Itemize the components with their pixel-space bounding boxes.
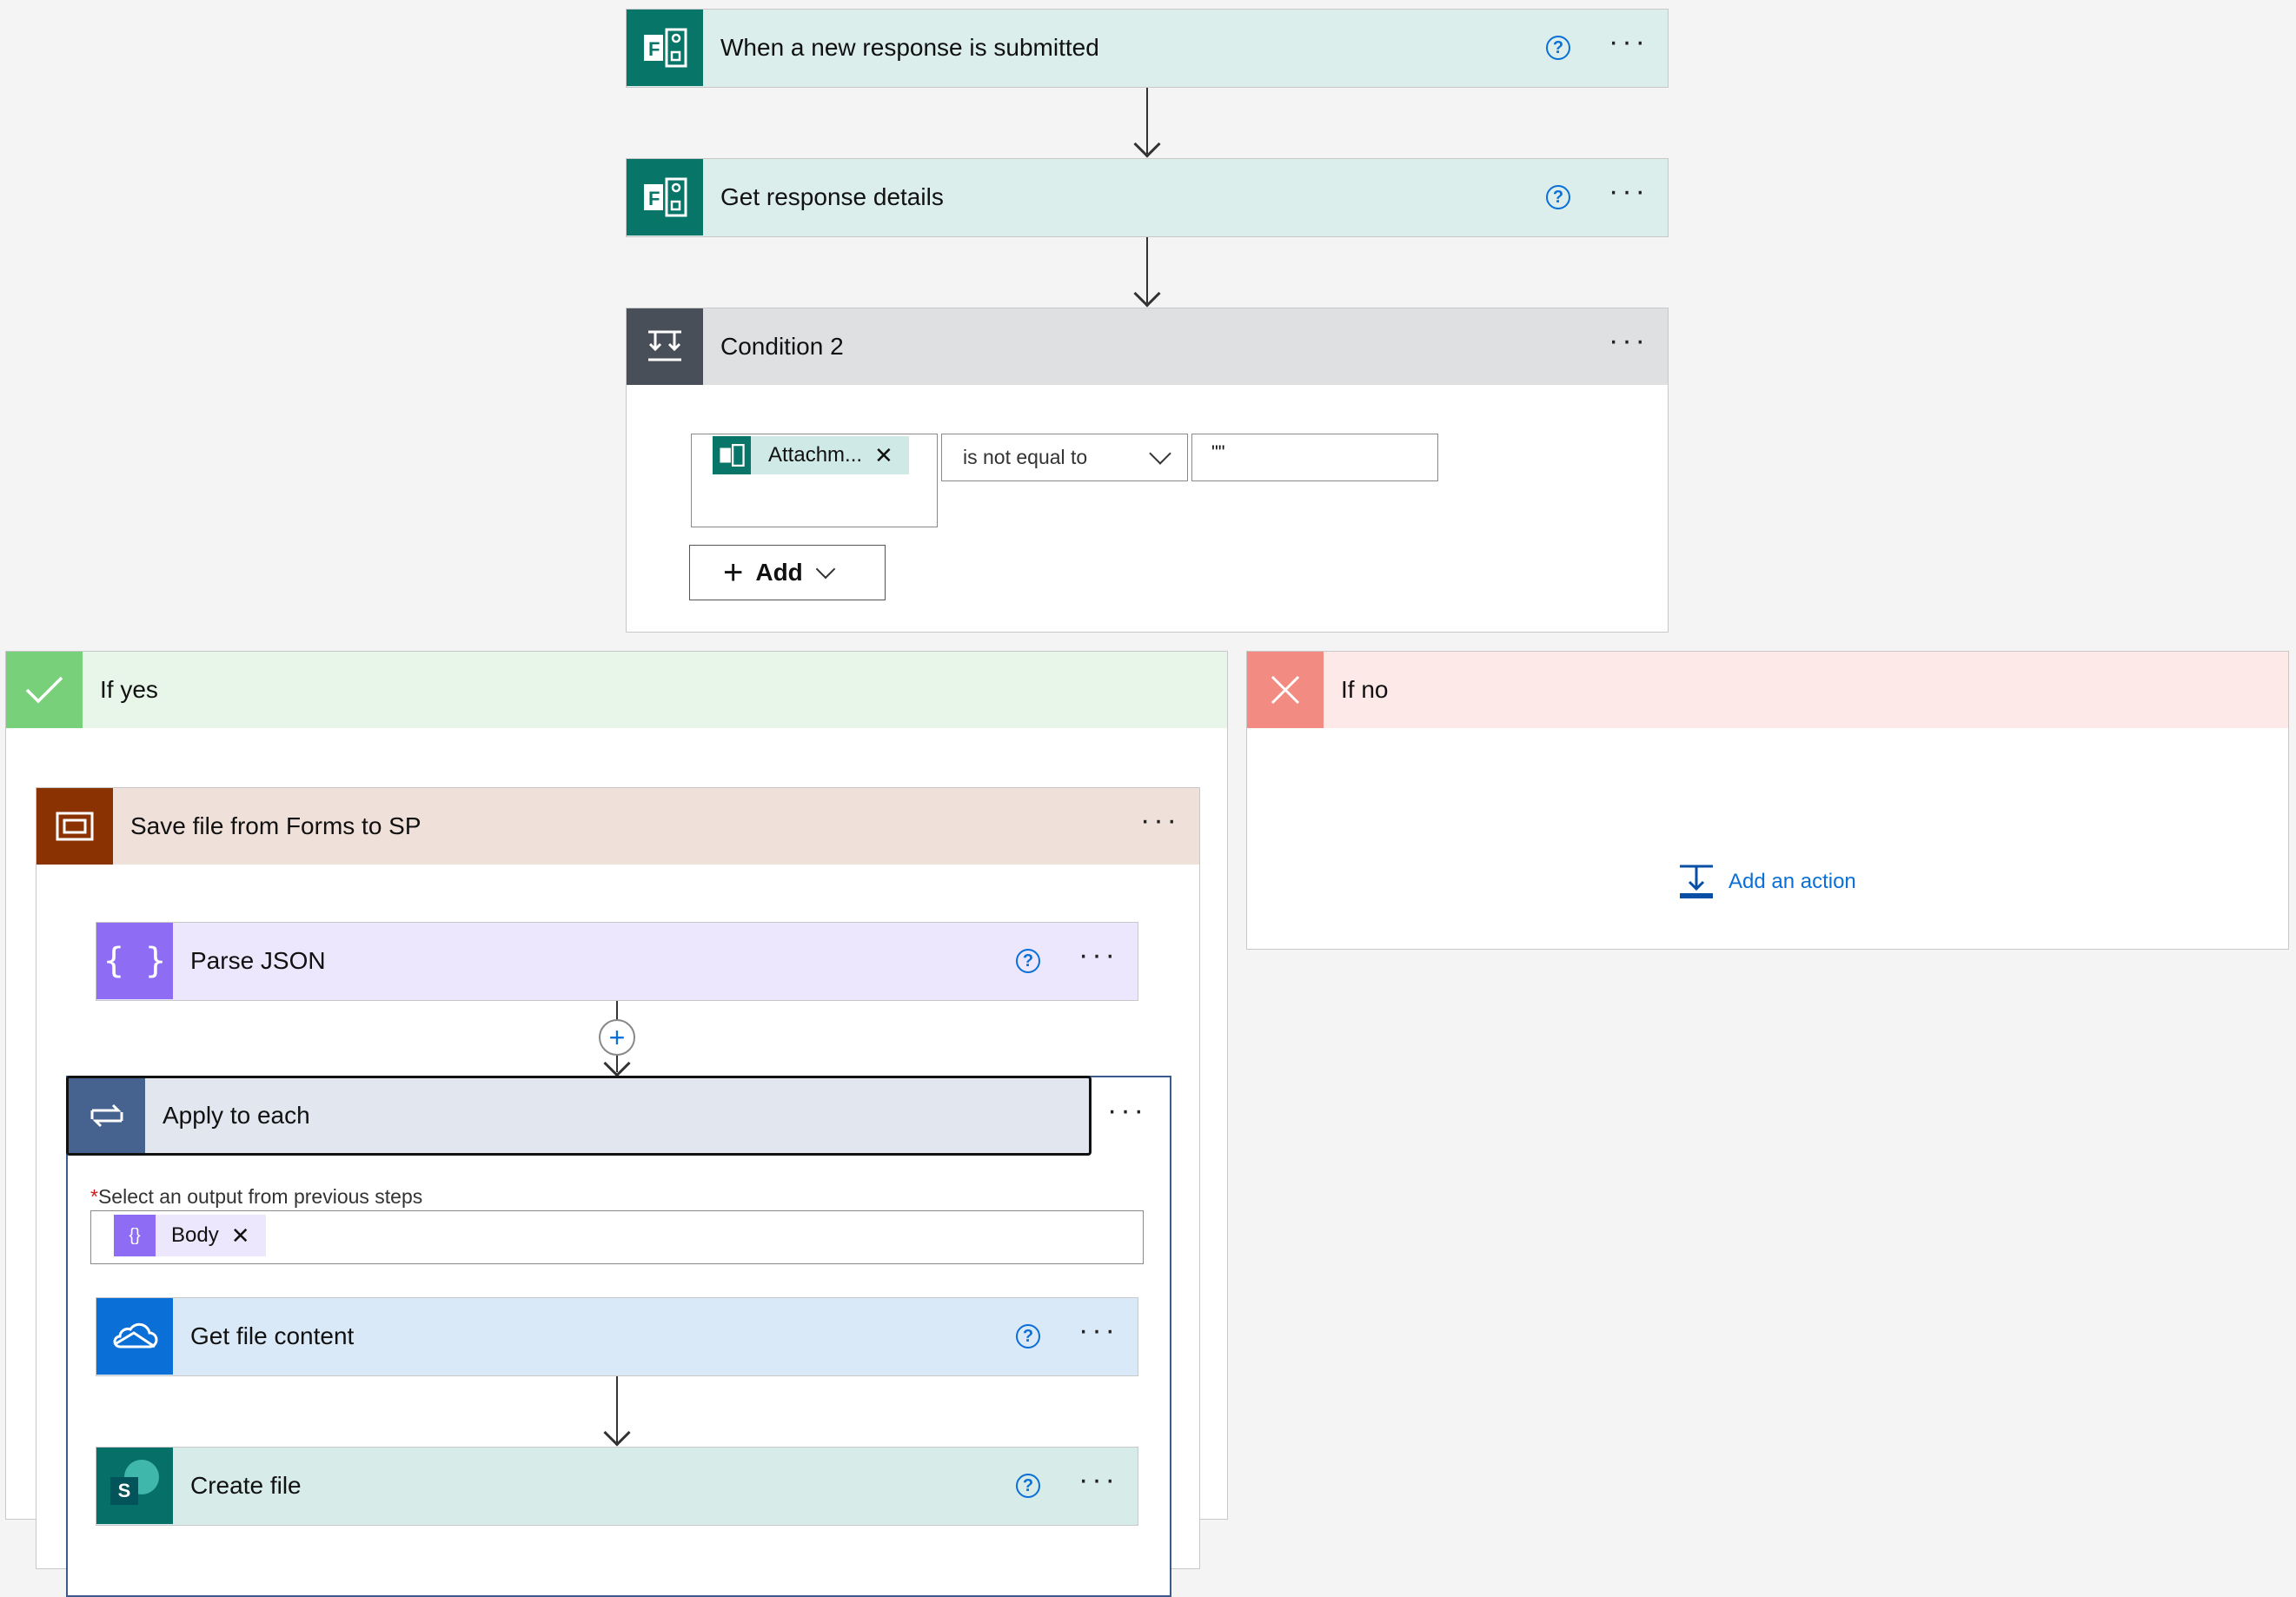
forms-icon: F	[627, 10, 703, 86]
scope-card[interactable]: Save file from Forms to SP ··· { } Parse…	[36, 787, 1200, 1597]
body-token-label: Body	[171, 1223, 219, 1247]
parse-json-card[interactable]: { } Parse JSON ? ···	[96, 922, 1138, 1001]
onedrive-icon	[96, 1298, 173, 1375]
chevron-down-icon	[815, 559, 836, 580]
connector-arrowhead	[603, 1050, 631, 1077]
select-output-input[interactable]: {} Body ✕	[90, 1210, 1144, 1264]
connector-arrowhead	[603, 1419, 631, 1447]
remove-token-icon[interactable]: ✕	[874, 442, 893, 469]
operator-value: is not equal to	[963, 446, 1088, 468]
add-an-action-button[interactable]: Add an action	[1678, 864, 1856, 900]
help-icon[interactable]: ?	[1016, 1324, 1041, 1349]
more-options-button[interactable]: ···	[1078, 1465, 1118, 1501]
if-no-label: If no	[1341, 676, 1389, 703]
condition-header[interactable]: Condition 2 ···	[627, 308, 1668, 385]
required-mark: *	[90, 1185, 98, 1208]
scope-icon	[36, 788, 113, 865]
condition-left-operand[interactable]: Attachm... ✕	[691, 434, 938, 527]
operator-dropdown[interactable]: is not equal to	[941, 434, 1188, 481]
condition-value-input[interactable]: ""	[1191, 434, 1438, 481]
if-yes-branch: If yes Save file from Forms to SP ··· { …	[5, 651, 1228, 1597]
svg-text:F: F	[648, 38, 660, 60]
select-output-label: *Select an output from previous steps	[90, 1185, 422, 1209]
more-options-button[interactable]: ···	[1078, 1315, 1118, 1351]
svg-text:F: F	[648, 188, 660, 209]
more-options-button[interactable]: ···	[1140, 805, 1180, 841]
condition-icon	[627, 308, 703, 385]
forms-icon: F	[627, 159, 703, 235]
plus-icon: +	[723, 553, 744, 592]
body-token[interactable]: {} Body ✕	[114, 1215, 266, 1256]
help-icon[interactable]: ?	[1546, 185, 1571, 209]
get-response-details-title: Get response details	[720, 183, 944, 210]
more-options-button[interactable]: ···	[1107, 1096, 1147, 1131]
more-options-button[interactable]: ···	[1609, 27, 1649, 63]
parse-json-header[interactable]: { } Parse JSON ? ···	[96, 923, 1138, 999]
more-options-button[interactable]: ···	[1078, 940, 1118, 976]
more-options-button[interactable]: ···	[1609, 326, 1649, 361]
select-output-label-text: Select an output from previous steps	[97, 1185, 423, 1208]
close-icon	[1247, 652, 1324, 728]
add-button[interactable]: + Add	[689, 545, 886, 600]
if-yes-label: If yes	[100, 676, 158, 703]
add-button-label: Add	[755, 559, 803, 586]
remove-token-icon[interactable]: ✕	[231, 1223, 250, 1249]
create-file-title: Create file	[190, 1472, 302, 1499]
condition-title: Condition 2	[720, 333, 844, 360]
add-action-icon	[1680, 865, 1713, 898]
get-response-details-header[interactable]: F Get response details ? ···	[627, 159, 1668, 235]
scope-header[interactable]: Save file from Forms to SP ···	[36, 788, 1199, 865]
help-icon[interactable]: ?	[1546, 36, 1571, 60]
connector-arrowhead	[1133, 130, 1161, 158]
condition-value: ""	[1211, 441, 1225, 463]
trigger-card[interactable]: F When a new response is submitted ? ···	[626, 9, 1669, 88]
if-yes-header: If yes	[6, 652, 1227, 728]
get-response-details-card[interactable]: F Get response details ? ···	[626, 158, 1669, 237]
get-file-content-card[interactable]: Get file content ? ···	[96, 1297, 1138, 1376]
if-no-branch: If no Add an action	[1246, 651, 2289, 950]
help-icon[interactable]: ?	[1016, 949, 1041, 973]
condition-card[interactable]: Condition 2 ··· Attachm... ✕ is not equa…	[626, 308, 1669, 633]
more-options-button[interactable]: ···	[1609, 176, 1649, 212]
get-file-content-header[interactable]: Get file content ? ···	[96, 1298, 1138, 1375]
parse-json-token-icon: {}	[114, 1215, 156, 1256]
attachments-token[interactable]: Attachm... ✕	[713, 436, 909, 474]
parse-json-icon: { }	[96, 923, 173, 999]
sharepoint-badge: S	[110, 1477, 138, 1505]
create-file-card[interactable]: S Create file ? ···	[96, 1447, 1138, 1526]
apply-to-each-header[interactable]: Apply to each	[66, 1076, 1092, 1156]
help-icon[interactable]: ?	[1016, 1474, 1041, 1498]
if-no-header: If no	[1247, 652, 2288, 728]
apply-to-each-title: Apply to each	[163, 1102, 310, 1129]
create-file-header[interactable]: S Create file ? ···	[96, 1448, 1138, 1524]
get-file-content-title: Get file content	[190, 1322, 355, 1349]
add-an-action-label: Add an action	[1729, 870, 1856, 893]
trigger-header[interactable]: F When a new response is submitted ? ···	[627, 10, 1668, 86]
chevron-down-icon	[1149, 441, 1171, 465]
forms-token-icon	[713, 436, 751, 474]
checkmark-icon	[6, 652, 83, 728]
parse-json-title: Parse JSON	[190, 947, 326, 974]
sharepoint-icon: S	[96, 1448, 173, 1524]
loop-icon	[69, 1078, 145, 1153]
connector-arrowhead	[1133, 280, 1161, 308]
attachments-token-label: Attachm...	[768, 443, 863, 467]
scope-title: Save file from Forms to SP	[130, 812, 421, 839]
trigger-title: When a new response is submitted	[720, 34, 1099, 61]
apply-to-each-card[interactable]: Apply to each ··· *Select an output from…	[66, 1076, 1171, 1597]
